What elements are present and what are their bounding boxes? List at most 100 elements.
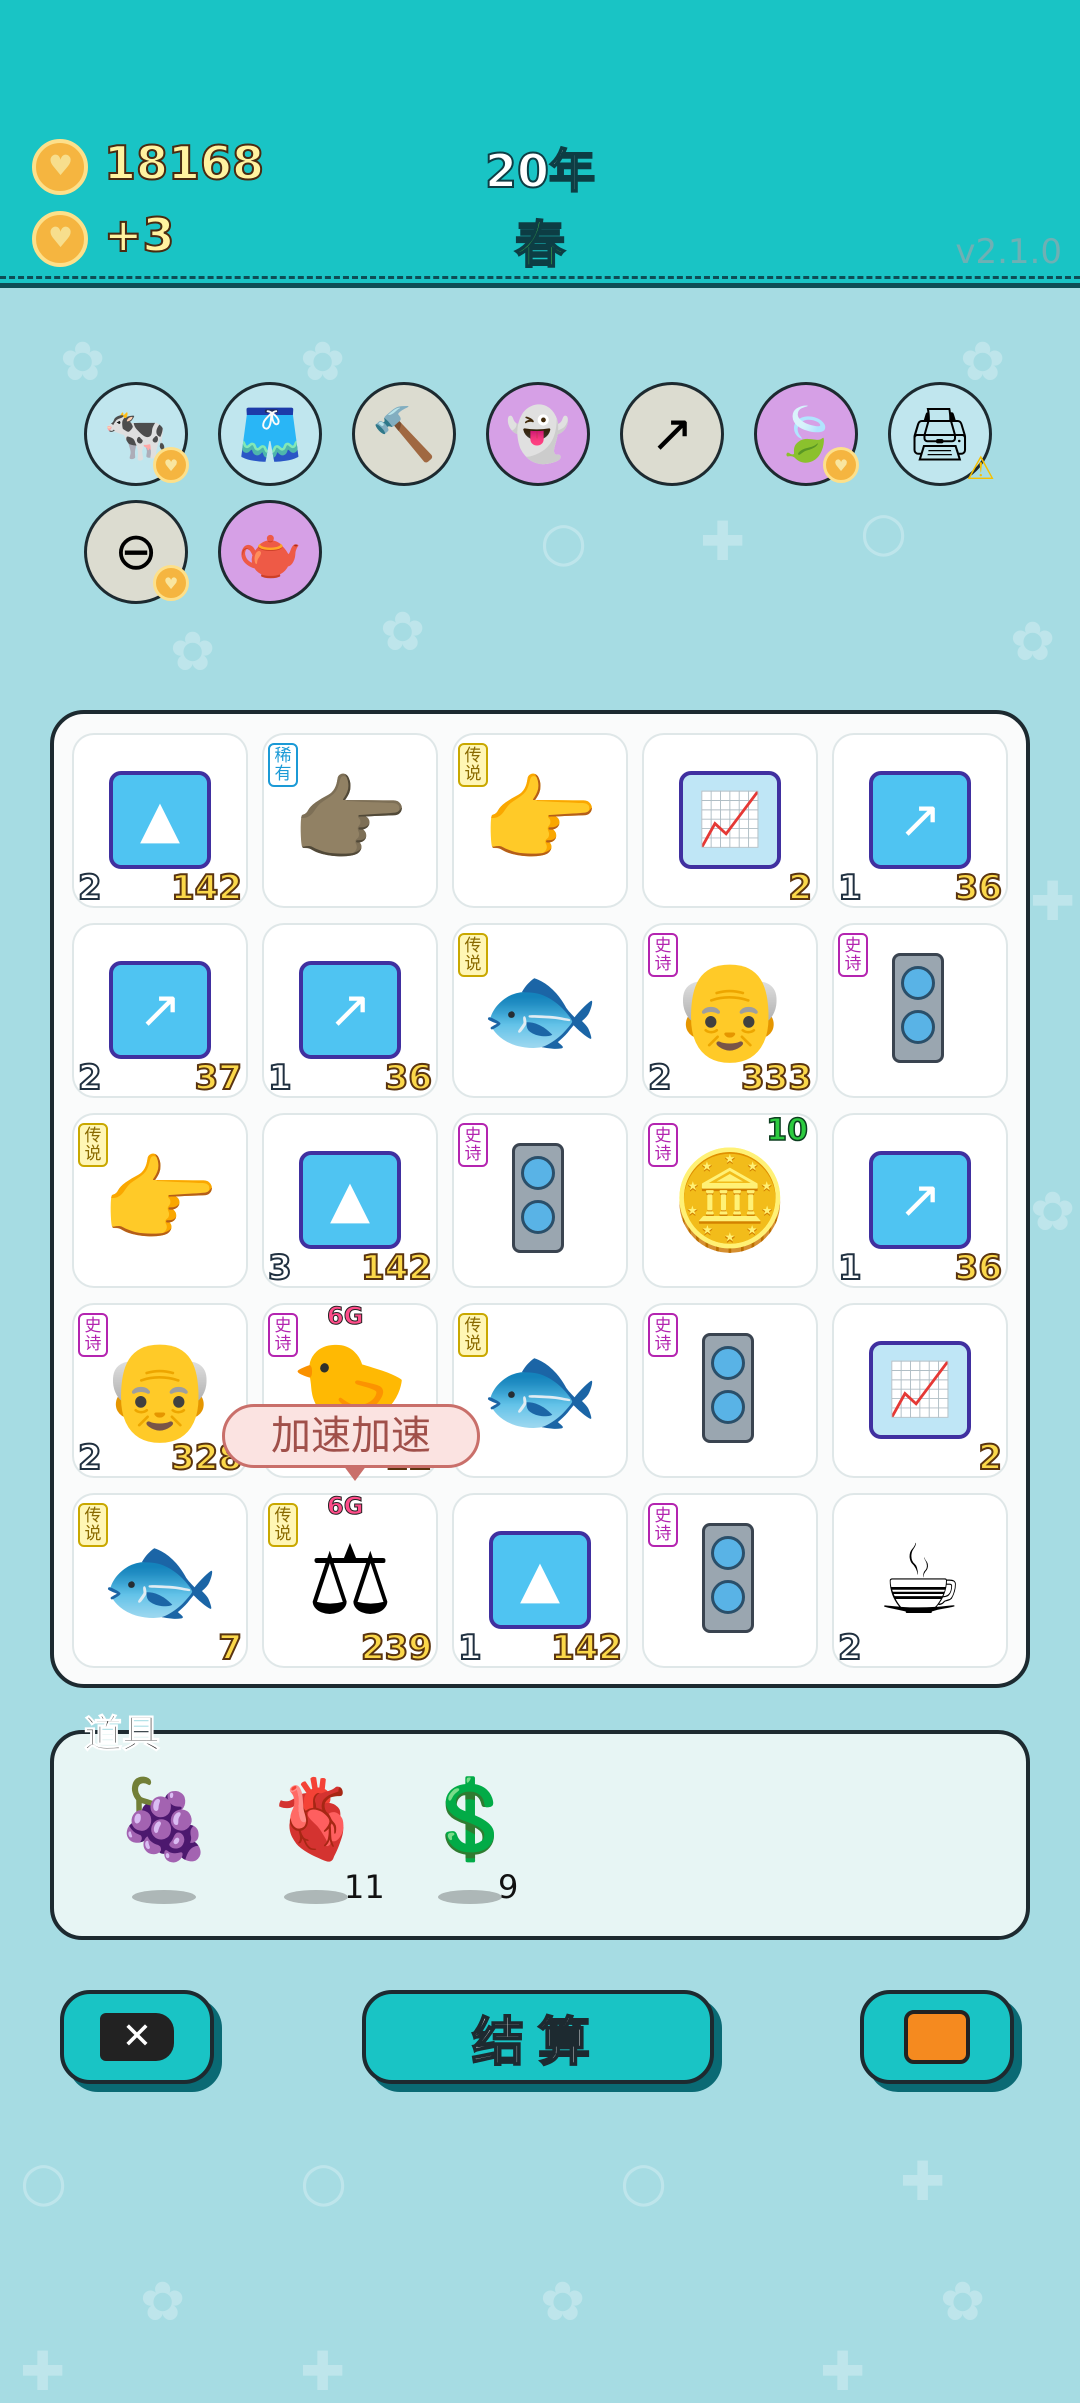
cell-value: 142 (550, 1627, 623, 1669)
board-cell[interactable]: 👉 传说 (72, 1113, 248, 1288)
bayberry-icon: 🍇 (115, 1775, 213, 1865)
delete-button[interactable]: ✕ (60, 1990, 214, 2084)
cell-value: 142 (360, 1247, 433, 1289)
board-cell[interactable]: 史诗 (832, 923, 1008, 1098)
rarity-tag: 史诗 (648, 1503, 678, 1547)
trend-up-icon: ↗ (869, 771, 971, 869)
rarity-tag: 传说 (458, 743, 488, 787)
board-cell[interactable]: 👴 史诗 2 328 (72, 1303, 248, 1479)
rarity-tag: 传说 (268, 1503, 298, 1547)
rarity-tag: 稀有 (268, 743, 298, 787)
prop-count: 9 (498, 1868, 519, 1906)
hammer-badge[interactable]: 🔨 (352, 382, 456, 486)
board-cell[interactable]: ▲ 2 142 (72, 733, 248, 909)
board-cell[interactable]: 史诗 (642, 1493, 818, 1668)
rarity-tag: 传说 (458, 1313, 488, 1357)
six-g-label: 6G (326, 1492, 364, 1521)
cell-counter: 10 (766, 1112, 809, 1149)
board-cell[interactable]: 史诗 (452, 1113, 628, 1288)
board-cell[interactable]: 🐟 传说 (452, 1303, 628, 1478)
cell-count: 2 (837, 1627, 863, 1669)
heart-coin-icon: ♥ (823, 447, 859, 483)
income-coin-icon: ♥ (32, 211, 88, 267)
item-shadow (132, 1890, 196, 1904)
item-shadow (438, 1890, 502, 1904)
cell-count: 3 (267, 1247, 293, 1289)
prop-item[interactable]: 🍇 (114, 1770, 214, 1910)
cell-value: 239 (360, 1627, 433, 1669)
board-cell[interactable]: ▲ 3 142 (262, 1113, 438, 1289)
board-cell[interactable]: ☕ 2 (832, 1493, 1008, 1669)
trend-up-icon: ↗ (299, 961, 401, 1059)
prop-item[interactable]: 💲 9 (420, 1770, 520, 1910)
board-cell[interactable]: 史诗 (642, 1303, 818, 1478)
no-entry-icon: ⊖ (114, 522, 158, 582)
coffee-cup-icon: ☕ (876, 1524, 964, 1636)
gravy-boat-icon: 🫖 (237, 522, 303, 583)
cell-value: 36 (954, 1247, 1003, 1289)
coin-total: 18168 (103, 135, 265, 191)
rarity-tag: 史诗 (268, 1313, 298, 1357)
board-cell[interactable]: 📈 2 (642, 733, 818, 909)
cell-value: 36 (384, 1057, 433, 1099)
skirt-icon: 🩳 (237, 404, 303, 465)
printer-icon: 🖨 (906, 404, 973, 465)
cell-count: 2 (77, 1437, 103, 1479)
gold-bars-icon: ▲ (489, 1531, 591, 1629)
gpu-icon (892, 953, 944, 1063)
settle-label: 结算 (471, 2012, 604, 2074)
six-g-label: 6G (326, 1302, 364, 1331)
speed-up-bubble[interactable]: 加速加速 (222, 1404, 480, 1481)
skirt-badge[interactable]: 🩳 (218, 382, 322, 486)
rarity-tag: 史诗 (648, 933, 678, 977)
settle-button[interactable]: 结算 (362, 1990, 714, 2084)
rarity-tag: 传说 (458, 933, 488, 977)
board-cell[interactable]: 🪙 史诗 10 (642, 1112, 818, 1288)
cell-value: 36 (954, 867, 1003, 909)
up-arrow-badge[interactable]: ↗ (620, 382, 724, 486)
gravy-boat-badge[interactable]: 🫖 (218, 500, 322, 604)
board-cell[interactable]: 👴 史诗 2 333 (642, 923, 818, 1099)
bar-chart-up-icon: 📈 (679, 771, 781, 869)
printer-badge[interactable]: 🖨 ⚠ (888, 382, 995, 487)
gold-bars-icon: ▲ (109, 771, 211, 869)
dollar-coin-icon: 💲 (421, 1775, 519, 1865)
board-cell[interactable]: ↗ 1 36 (832, 733, 1008, 909)
trend-up-icon: ↗ (869, 1151, 971, 1249)
delete-icon: ✕ (100, 2013, 174, 2061)
board-cell[interactable]: 🐟 传说 (452, 923, 628, 1098)
rarity-tag: 传说 (78, 1123, 108, 1167)
board-cell[interactable]: 🐟 传说 7 (72, 1493, 248, 1669)
board-cell[interactable]: ↗ 2 37 (72, 923, 248, 1099)
no-entry-badge[interactable]: ⊖ ♥ (84, 500, 189, 604)
leaf-badge[interactable]: 🍃 ♥ (754, 382, 859, 486)
board-cell[interactable]: 📈 2 (832, 1303, 1008, 1479)
board-cell[interactable]: 👉 传说 (452, 733, 628, 908)
gpu-icon (702, 1333, 754, 1443)
rarity-tag: 史诗 (78, 1313, 108, 1357)
cell-value: 37 (194, 1057, 243, 1099)
board-cell[interactable]: ↗ 1 36 (832, 1113, 1008, 1289)
cell-count: 1 (457, 1627, 483, 1669)
board-cell[interactable]: ↗ 1 36 (262, 923, 438, 1099)
ghost-badge[interactable]: 👻 (486, 382, 590, 486)
ghost-icon: 👻 (505, 404, 571, 465)
rarity-tag: 史诗 (458, 1123, 488, 1167)
board-cell[interactable]: ▲ 1 142 (452, 1493, 628, 1669)
gpu-icon (512, 1143, 564, 1253)
cow-pair-badge[interactable]: 🐄 ♥ (84, 382, 189, 486)
cell-count: 2 (77, 1057, 103, 1099)
rarity-tag: 史诗 (648, 1123, 678, 1167)
board-cell[interactable]: 👉 稀有 (262, 733, 438, 908)
prop-item[interactable]: 🫀 11 (266, 1770, 384, 1910)
hammer-icon: 🔨 (371, 404, 437, 465)
season-label: 春 (514, 215, 566, 275)
props-title: 道具 (83, 1712, 161, 1757)
coin-icon: ♥ (32, 139, 88, 195)
cell-count: 1 (837, 867, 863, 909)
briefcase-button[interactable] (860, 1990, 1014, 2084)
gold-bars-icon: ▲ (299, 1151, 401, 1249)
cell-value: 2 (787, 867, 813, 909)
year-label: 20年 (484, 143, 596, 199)
cell-value: 333 (740, 1057, 813, 1099)
